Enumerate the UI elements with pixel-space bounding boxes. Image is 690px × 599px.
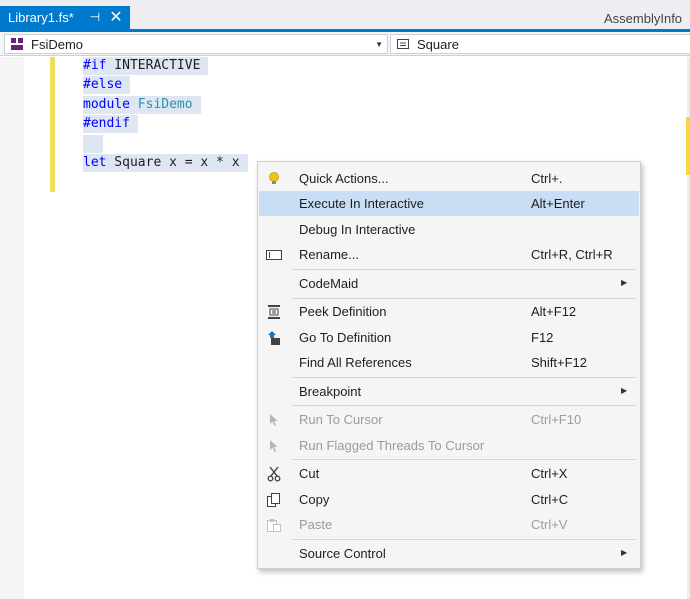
menu-item-go-to-definition[interactable]: Go To Definition F12	[259, 325, 639, 350]
menu-item-breakpoint[interactable]: Breakpoint ▶	[259, 379, 639, 404]
menu-separator	[292, 539, 636, 540]
menu-item-run-flagged-threads-to-cursor[interactable]: Run Flagged Threads To Cursor	[259, 433, 639, 458]
change-tracking-bar	[50, 57, 55, 192]
submenu-arrow-icon: ▶	[621, 278, 628, 287]
menu-item-copy[interactable]: Copy Ctrl+C	[259, 487, 639, 512]
project-dropdown-value: FsiDemo	[31, 36, 84, 52]
scrollbar-change-marker	[686, 117, 690, 175]
menu-separator	[292, 405, 636, 406]
menu-item-peek-definition[interactable]: Peek Definition Alt+F12	[259, 299, 639, 324]
rename-icon	[265, 246, 283, 264]
code-line-5	[83, 135, 103, 153]
peek-definition-icon	[265, 303, 283, 321]
context-menu: Quick Actions... Ctrl+. Execute In Inter…	[257, 161, 641, 569]
close-icon[interactable]: ✕	[108, 7, 124, 27]
scissors-icon	[265, 465, 283, 483]
code-line-2: #else	[83, 76, 131, 94]
tab-title: Library1.fs*	[8, 10, 74, 25]
member-dropdown[interactable]: Square	[390, 34, 690, 54]
copy-icon	[265, 491, 283, 509]
module-icon	[9, 36, 25, 52]
code-line-3: module FsiDemo	[83, 96, 201, 114]
tab-library1-fs[interactable]: Library1.fs* ⊣ ✕	[0, 6, 130, 29]
menu-item-paste[interactable]: Paste Ctrl+V	[259, 512, 639, 537]
code-line-4: #endif	[83, 115, 138, 133]
document-tab-strip: Library1.fs* ⊣ ✕ AssemblyInfo	[0, 0, 690, 32]
menu-separator	[292, 459, 636, 460]
menu-separator	[292, 269, 636, 270]
menu-item-run-to-cursor[interactable]: Run To Cursor Ctrl+F10	[259, 407, 639, 432]
menu-separator	[292, 377, 636, 378]
pin-icon[interactable]: ⊣	[88, 10, 102, 24]
project-dropdown[interactable]: FsiDemo ▼	[4, 34, 388, 54]
code-line-1: #if INTERACTIVE	[83, 57, 209, 75]
menu-item-codemaid[interactable]: CodeMaid ▶	[259, 271, 639, 296]
indicator-margin	[0, 57, 24, 599]
menu-item-source-control[interactable]: Source Control ▶	[259, 541, 639, 566]
menu-item-debug-in-interactive[interactable]: Debug In Interactive	[259, 217, 639, 242]
field-icon	[395, 36, 411, 52]
lightbulb-icon	[265, 170, 283, 188]
menu-item-rename[interactable]: Rename... Ctrl+R, Ctrl+R	[259, 242, 639, 267]
paste-icon	[265, 516, 283, 534]
menu-item-find-all-references[interactable]: Find All References Shift+F12	[259, 350, 639, 375]
chevron-down-icon: ▼	[375, 40, 383, 49]
navigation-bar: FsiDemo ▼ Square	[0, 32, 690, 56]
cursor-arrow-icon	[265, 411, 283, 429]
menu-item-cut[interactable]: Cut Ctrl+X	[259, 461, 639, 486]
menu-item-execute-in-interactive[interactable]: Execute In Interactive Alt+Enter	[259, 191, 639, 216]
cursor-arrow-icon	[265, 437, 283, 455]
submenu-arrow-icon: ▶	[621, 548, 628, 557]
go-to-definition-icon	[265, 329, 283, 347]
menu-item-quick-actions[interactable]: Quick Actions... Ctrl+.	[259, 166, 639, 191]
member-dropdown-value: Square	[417, 36, 459, 52]
tab-assemblyinfo[interactable]: AssemblyInfo	[604, 11, 682, 26]
submenu-arrow-icon: ▶	[621, 386, 628, 395]
code-line-6: let Square x = x * x	[83, 154, 248, 172]
